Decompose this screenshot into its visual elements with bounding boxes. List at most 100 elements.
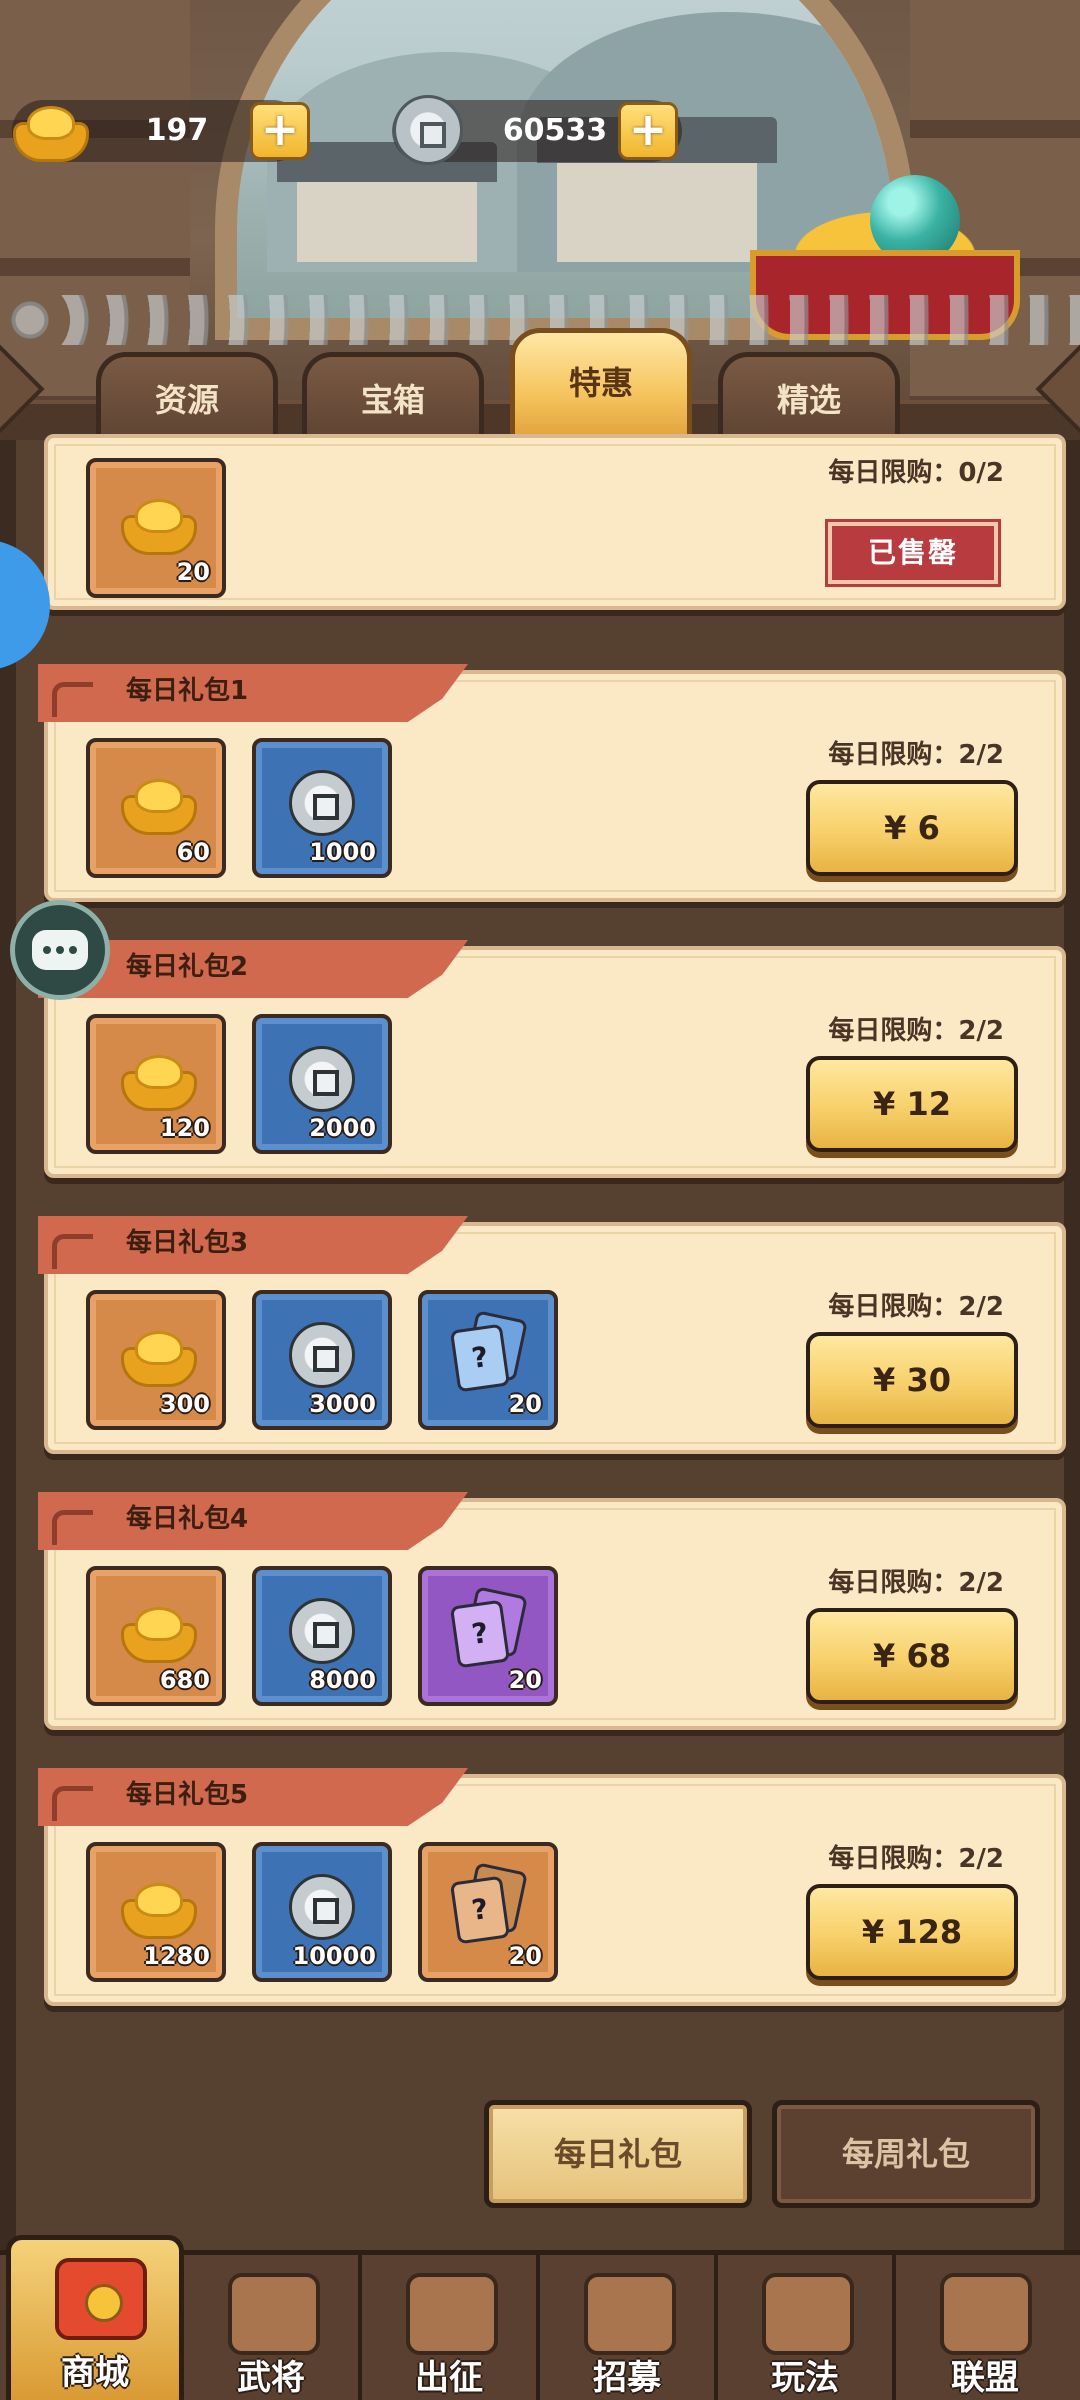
- reward-item: 1280: [86, 1842, 226, 1982]
- reward-qty: 120: [159, 1114, 210, 1142]
- banner-icon: [940, 2273, 1032, 2355]
- gold-ingot-icon: [110, 1044, 202, 1114]
- offer-list[interactable]: 20 每日限购：0/2 已售罄 每日礼包1 60 1000 每日限购：2/2 ¥…: [0, 434, 1080, 2250]
- nav-label: 玩法: [771, 2358, 839, 2398]
- reward-item: 120: [86, 1014, 226, 1154]
- nav-label: 招募: [593, 2358, 661, 2398]
- purchase-limit: 每日限购：2/2: [828, 740, 1004, 770]
- nav-shop[interactable]: 商城: [6, 2235, 184, 2400]
- reward-qty: 1000: [309, 838, 376, 866]
- gold-ingot-icon: [110, 1320, 202, 1390]
- silver-coin-icon: [276, 1872, 368, 1942]
- nav-campaign[interactable]: 出征: [362, 2255, 540, 2400]
- reward-item: ? 20: [418, 1842, 558, 1982]
- chat-bubble-icon[interactable]: [10, 900, 110, 1000]
- bottom-nav: 商城 武将 出征 招募 玩法 联盟: [0, 2235, 1080, 2400]
- gold-amount: 197: [145, 113, 209, 148]
- nav-label: 出征: [415, 2358, 483, 2398]
- general-face-icon: [406, 2273, 498, 2355]
- nav-recruit[interactable]: 招募: [540, 2255, 718, 2400]
- gold-ingot-icon: [6, 92, 90, 168]
- nav-label: 商城: [61, 2353, 129, 2393]
- helmet-icon: [228, 2273, 320, 2355]
- tab-resources[interactable]: 资源: [96, 352, 278, 438]
- reward-item: 60: [86, 738, 226, 878]
- reward-qty: 3000: [309, 1390, 376, 1418]
- header-scene: 197 + 60533 + 资源 宝箱 特惠 精选: [0, 0, 1080, 440]
- reward-qty: 680: [159, 1666, 210, 1694]
- nav-label: 联盟: [951, 2358, 1019, 2398]
- reward-qty: 20: [508, 1666, 542, 1694]
- buy-button[interactable]: ¥ 6: [806, 780, 1018, 876]
- buy-button[interactable]: ¥ 30: [806, 1332, 1018, 1428]
- scroll-icon: [584, 2273, 676, 2355]
- reward-qty: 20: [176, 558, 210, 586]
- buy-button[interactable]: ¥ 128: [806, 1884, 1018, 1980]
- tab-chests[interactable]: 宝箱: [302, 352, 484, 438]
- gift-pack-1: 每日礼包1 60 1000 每日限购：2/2 ¥ 6: [38, 664, 1066, 902]
- tab-daily-packs[interactable]: 每日礼包: [484, 2100, 752, 2208]
- reward-item: 680: [86, 1566, 226, 1706]
- reward-item: 1000: [252, 738, 392, 878]
- silver-coin-icon: [386, 92, 470, 168]
- offer-card-soldout: 20 每日限购：0/2 已售罄: [44, 434, 1066, 610]
- purchase-limit: 每日限购：2/2: [828, 1844, 1004, 1874]
- silver-coin-icon: [276, 1320, 368, 1390]
- reward-qty: 20: [508, 1942, 542, 1970]
- nav-gameplay[interactable]: 玩法: [718, 2255, 896, 2400]
- gift-pack-2: 每日礼包2 120 2000 每日限购：2/2 ¥ 12: [38, 940, 1066, 1178]
- gold-ingot-icon: [110, 488, 202, 558]
- pavilion-icon: [762, 2273, 854, 2355]
- reward-qty: 10000: [292, 1942, 377, 1970]
- purchase-limit: 每日限购：2/2: [828, 1568, 1004, 1598]
- gold-ingot-icon: [110, 1596, 202, 1666]
- blue-card-icon: ?: [442, 1310, 534, 1393]
- pack-title: 每日礼包5: [38, 1768, 468, 1826]
- tab-special-offers[interactable]: 特惠: [510, 328, 692, 438]
- buy-button[interactable]: ¥ 68: [806, 1608, 1018, 1704]
- reward-qty: 8000: [309, 1666, 376, 1694]
- gift-pack-3: 每日礼包3 300 3000 ? 20 每日限购：2/2 ¥ 30: [38, 1216, 1066, 1454]
- purchase-limit: 每日限购：0/2: [828, 458, 1004, 488]
- tab-weekly-packs[interactable]: 每周礼包: [772, 2100, 1040, 2208]
- reward-item: ? 20: [418, 1290, 558, 1430]
- reward-item: 20: [86, 458, 226, 598]
- nav-generals[interactable]: 武将: [184, 2255, 362, 2400]
- reward-item: 2000: [252, 1014, 392, 1154]
- reward-qty: 60: [176, 838, 210, 866]
- pack-title: 每日礼包4: [38, 1492, 468, 1550]
- reward-qty: 300: [159, 1390, 210, 1418]
- nav-alliance[interactable]: 联盟: [896, 2255, 1074, 2400]
- gold-ingot-icon: [110, 768, 202, 838]
- reward-item: 300: [86, 1290, 226, 1430]
- gift-pack-5: 每日礼包5 1280 10000 ? 20 每日限购：2/2 ¥ 128: [38, 1768, 1066, 2006]
- add-gold-button[interactable]: +: [250, 102, 310, 160]
- gold-currency: 197 +: [12, 100, 310, 162]
- silver-coin-icon: [276, 1044, 368, 1114]
- silver-coin-icon: [276, 1596, 368, 1666]
- purchase-limit: 每日限购：2/2: [828, 1016, 1004, 1046]
- reward-qty: 2000: [309, 1114, 376, 1142]
- reward-item: 10000: [252, 1842, 392, 1982]
- tab-featured[interactable]: 精选: [718, 352, 900, 438]
- reward-item: ? 20: [418, 1566, 558, 1706]
- nav-label: 武将: [237, 2358, 305, 2398]
- purchase-limit: 每日限购：2/2: [828, 1292, 1004, 1322]
- add-silver-button[interactable]: +: [618, 102, 678, 160]
- reward-item: 3000: [252, 1290, 392, 1430]
- gift-pack-4: 每日礼包4 680 8000 ? 20 每日限购：2/2 ¥ 68: [38, 1492, 1066, 1730]
- silver-amount: 60533: [502, 113, 608, 148]
- shop-chest-icon: [55, 2258, 147, 2340]
- bronze-card-icon: ?: [442, 1862, 534, 1945]
- reward-qty: 20: [508, 1390, 542, 1418]
- reward-qty: 1280: [143, 1942, 210, 1970]
- silver-coin-icon: [276, 768, 368, 838]
- reward-item: 8000: [252, 1566, 392, 1706]
- sold-out-stamp: 已售罄: [828, 522, 998, 584]
- pack-title: 每日礼包1: [38, 664, 468, 722]
- shop-tabs: 资源 宝箱 特惠 精选: [0, 328, 1080, 440]
- buy-button[interactable]: ¥ 12: [806, 1056, 1018, 1152]
- gold-ingot-icon: [110, 1872, 202, 1942]
- purple-card-icon: ?: [442, 1586, 534, 1669]
- silver-currency: 60533 +: [392, 95, 682, 165]
